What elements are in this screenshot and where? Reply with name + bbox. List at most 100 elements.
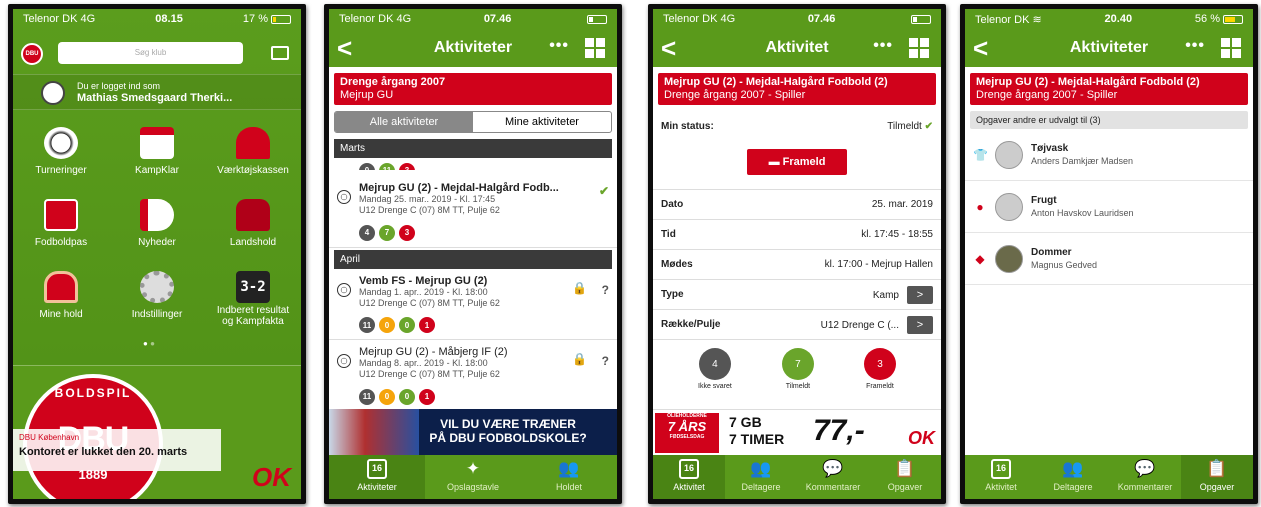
- tile-kampklar[interactable]: KampKlar: [109, 119, 205, 191]
- count-badge: 7: [379, 224, 395, 241]
- nav-bar: < Aktiviteter •••: [329, 29, 617, 67]
- tab-label: Deltagere: [1053, 482, 1093, 492]
- stat-frameldt[interactable]: 3 Frameldt: [863, 348, 896, 390]
- tab-alle-aktiviteter[interactable]: Alle aktiviteter: [335, 112, 473, 132]
- page-indicator[interactable]: ● ●: [143, 339, 155, 348]
- ok-logo: OK: [908, 428, 935, 448]
- stat-ikke-svaret[interactable]: 4 Ikke svaret: [698, 348, 732, 390]
- row-value: 25. mar. 2019: [871, 199, 933, 210]
- tile-turneringer[interactable]: Turneringer: [13, 119, 109, 191]
- news-box[interactable]: DBU København Kontoret er lukket den 20.…: [13, 429, 221, 471]
- news-promo[interactable]: BOLDSPIL DBU 1889 DBU København Kontoret…: [13, 365, 301, 499]
- battery-text: 56 %: [1194, 13, 1220, 25]
- task-row[interactable]: 👕 Tøjvask Anders Damkjær Madsen: [965, 129, 1253, 181]
- activity-row[interactable]: Mejrup GU (2) - Måbjerg IF (2) Mandag 8.…: [329, 340, 617, 412]
- row-dato: Dato 25. mar. 2019: [653, 190, 941, 220]
- tab-opgaver[interactable]: 📋 Opgaver: [869, 455, 941, 499]
- tile-landshold[interactable]: Landshold: [205, 191, 301, 263]
- grid-icon[interactable]: [909, 38, 929, 58]
- tile-fodboldpas[interactable]: Fodboldpas: [13, 191, 109, 263]
- status-unknown: ?: [601, 282, 609, 297]
- tab-aktiviteter[interactable]: 16 Aktiviteter: [329, 455, 425, 499]
- tab-kommentarer[interactable]: 💬 Kommentarer: [1109, 455, 1181, 499]
- clock: 07.46: [483, 13, 512, 25]
- tab-label: Kommentarer: [1117, 482, 1173, 492]
- match-banner: Mejrup GU (2) - Mejdal-Halgård Fodbold (…: [970, 73, 1248, 105]
- tile-label: Mine hold: [39, 309, 83, 320]
- ad-photo: [329, 409, 419, 455]
- tab-opgaver[interactable]: 📋 Opgaver: [1181, 455, 1253, 499]
- tab-deltagere[interactable]: 👥 Deltagere: [725, 455, 797, 499]
- row-key: Type: [661, 289, 684, 300]
- ad-line2: PÅ DBU FODBOLDSKOLE?: [429, 431, 587, 445]
- row-type[interactable]: Type Kamp >: [653, 280, 941, 310]
- grid-icon[interactable]: [585, 38, 605, 58]
- shirt-icon: 👕: [973, 147, 988, 162]
- tile-indstillinger[interactable]: Indstillinger: [109, 263, 205, 335]
- count-badge: 4: [698, 348, 731, 380]
- ok-ad-banner[interactable]: OLIEHOLDERNE 7 ÅRS FØDSELSDAG 7 GB 7 TIMER …: [653, 409, 941, 455]
- tab-opslagstavle[interactable]: ✦ Opslagstavle: [425, 455, 521, 499]
- avatar: [41, 81, 65, 105]
- back-chevron-icon[interactable]: <: [661, 33, 676, 64]
- back-chevron-icon[interactable]: <: [337, 33, 352, 64]
- lock-icon: 🔒: [572, 280, 587, 295]
- tab-bar: 16 Aktivitet 👥 Deltagere 💬 Kommentarer 📋 Opg…: [965, 455, 1253, 499]
- ad-price: 77,-: [813, 414, 865, 447]
- search-input[interactable]: Søg klub: [58, 42, 243, 64]
- tile-label: Landshold: [229, 237, 277, 248]
- login-label: Du er logget ind som: [77, 81, 161, 91]
- tile-label: Indstillinger: [131, 309, 183, 320]
- dbu-logo[interactable]: DBU: [21, 43, 43, 65]
- task-name: Frugt: [1031, 195, 1057, 206]
- section-header-marts: Marts: [334, 139, 612, 158]
- grid-icon[interactable]: [1221, 38, 1241, 58]
- tile-indberet[interactable]: 3-2 Indberet resultat og Kampfakta: [205, 263, 301, 335]
- row-raekke-pulje[interactable]: Række/Pulje U12 Drenge C (... >: [653, 310, 941, 340]
- task-row[interactable]: ● Frugt Anton Havskov Lauridsen: [965, 181, 1253, 233]
- ad-line1: VIL DU VÆRE TRÆNER: [440, 417, 576, 431]
- tab-aktivitet[interactable]: 16 Aktivitet: [965, 455, 1037, 499]
- chevron-right-icon[interactable]: >: [907, 315, 933, 334]
- activity-row[interactable]: Mejrup GU (2) - Mejdal-Halgård Fodb... M…: [329, 170, 617, 248]
- user-banner[interactable]: Du er logget ind som Mathias Smedsgaard …: [13, 74, 301, 110]
- task-person: Magnus Gedved: [1031, 260, 1098, 270]
- battery-icon: [271, 14, 291, 24]
- activity-row[interactable]: Vemb FS - Mejrup GU (2) Mandag 1. apr.. …: [329, 269, 617, 340]
- back-chevron-icon[interactable]: <: [973, 33, 988, 64]
- chevron-right-icon[interactable]: >: [907, 285, 933, 304]
- my-status-row: Min status: Tilmeldt ✔: [653, 111, 941, 141]
- tile-label: Fodboldpas: [34, 237, 88, 248]
- clock: 08.15: [155, 13, 183, 25]
- more-icon[interactable]: •••: [1185, 37, 1205, 55]
- tab-mine-aktiviteter[interactable]: Mine aktiviteter: [473, 112, 611, 132]
- tab-deltagere[interactable]: 👥 Deltagere: [1037, 455, 1109, 499]
- network: 4G: [720, 13, 736, 25]
- team-role: Drenge årgang 2007 - Spiller: [664, 89, 806, 101]
- activities-screen: Telenor DK 4G 07.46 < Aktiviteter ••• Dr…: [329, 9, 617, 499]
- tile-vaerktojskassen[interactable]: Værktøjskassen: [205, 119, 301, 191]
- tab-holdet[interactable]: 👥 Holdet: [521, 455, 617, 499]
- tile-mine-hold[interactable]: Mine hold: [13, 263, 109, 335]
- stat-label: Frameldt: [866, 383, 894, 390]
- soccer-ball-icon: [44, 127, 78, 159]
- tab-aktivitet[interactable]: 16 Aktivitet: [653, 455, 725, 499]
- tab-kommentarer[interactable]: 💬 Kommentarer: [797, 455, 869, 499]
- comment-icon: 💬: [822, 459, 844, 478]
- task-row[interactable]: ◆ Dommer Magnus Gedved: [965, 233, 1253, 285]
- tile-nyheder[interactable]: Nyheder: [109, 191, 205, 263]
- check-icon: ✔: [598, 184, 609, 198]
- inbox-icon[interactable]: [271, 46, 289, 60]
- row-key: Mødes: [661, 259, 693, 270]
- calendar-icon: 16: [991, 459, 1011, 479]
- more-icon[interactable]: •••: [873, 37, 893, 55]
- frameld-button[interactable]: ▬ Frameld: [747, 149, 847, 175]
- more-icon[interactable]: •••: [549, 37, 569, 55]
- team-banner: Drenge årgang 2007 Mejrup GU: [334, 73, 612, 105]
- stat-tilmeldt[interactable]: 7 Tilmeldt: [781, 348, 814, 390]
- ad-banner[interactable]: VIL DU VÆRE TRÆNER PÅ DBU FODBOLDSKOLE?: [329, 409, 617, 455]
- page-title: Aktivitet: [765, 39, 829, 56]
- apple-icon: ●: [976, 199, 984, 214]
- count-badge: 0: [399, 388, 415, 405]
- carrier: Telenor DK: [975, 13, 1030, 26]
